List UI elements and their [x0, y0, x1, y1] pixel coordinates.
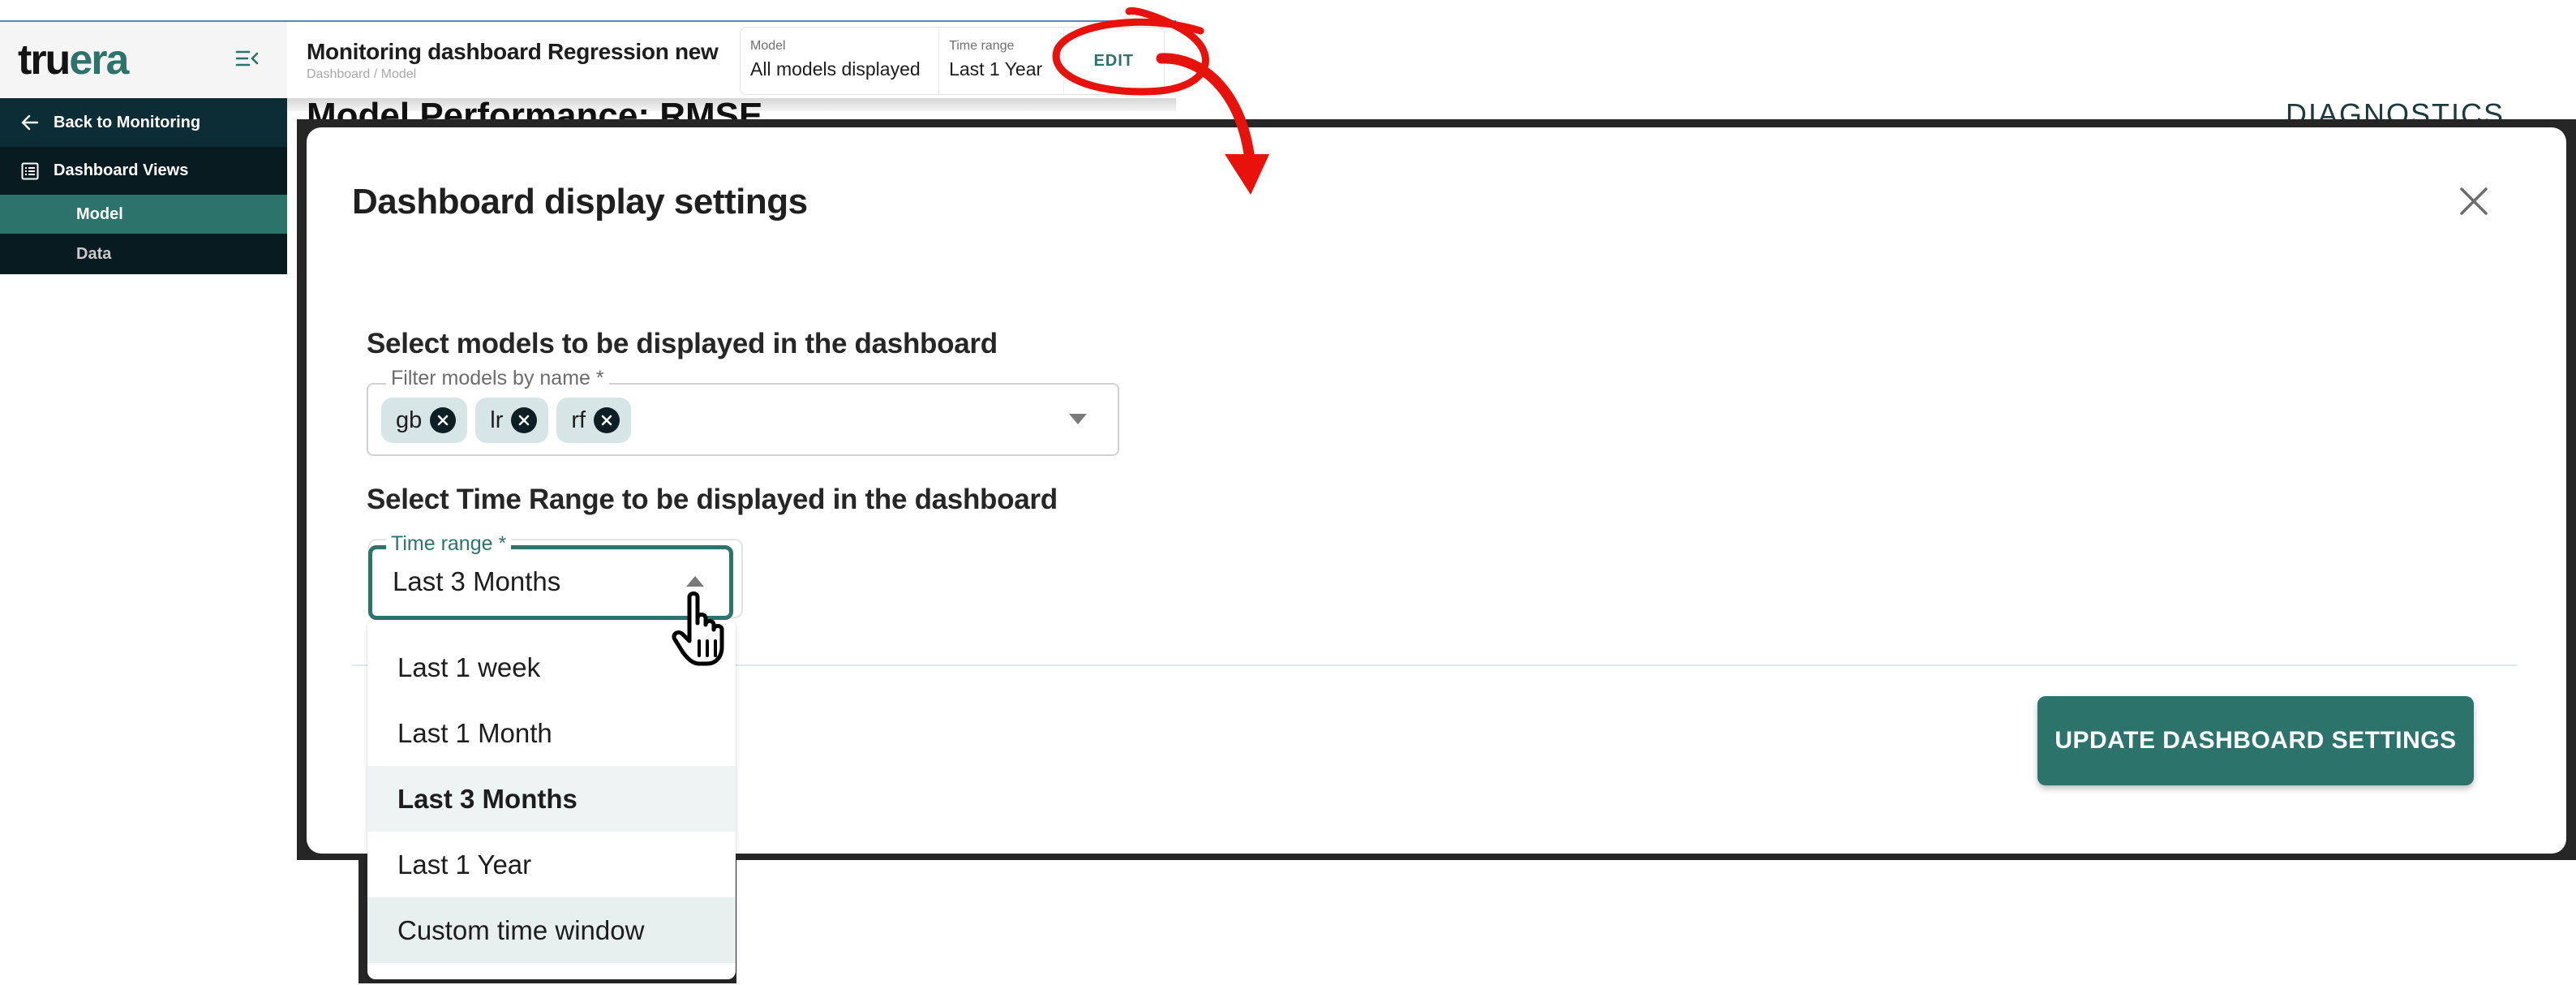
collapse-sidebar-icon[interactable]	[235, 49, 260, 68]
sidebar-item-model[interactable]: Model	[0, 195, 287, 234]
time-range-label: Time range *	[386, 532, 512, 556]
time-range-option-selected[interactable]: Last 3 Months	[367, 766, 736, 832]
page-title: Monitoring dashboard Regression new	[307, 39, 719, 64]
model-chip: lr	[475, 398, 549, 443]
dashboard-settings-summary: Model All models displayed Time range La…	[740, 27, 1165, 95]
time-range-option[interactable]: Last 1 Month	[367, 700, 736, 766]
time-range-value: Last 3 Months	[393, 566, 561, 596]
dialog-title: Dashboard display settings	[352, 182, 808, 222]
time-range-option[interactable]: Last 1 week	[367, 634, 736, 700]
selected-model-chips: gb lr rf	[381, 398, 632, 443]
sidebar-item-label: Data	[76, 244, 112, 263]
model-summary-value: All models displayed	[750, 58, 921, 80]
chip-label: gb	[396, 406, 423, 433]
model-summary: Model All models displayed	[741, 28, 940, 94]
truera-logo[interactable]: truera	[18, 39, 129, 81]
sidebar-back-to-monitoring[interactable]: Back to Monitoring	[0, 98, 287, 147]
update-dashboard-settings-button[interactable]: UPDATE DASHBOARD SETTINGS	[2037, 696, 2474, 785]
time-range-option-hovered[interactable]: Custom time window	[367, 897, 736, 963]
time-range-summary-value: Last 1 Year	[949, 58, 1043, 80]
model-filter-label: Filter models by name *	[386, 367, 609, 390]
chip-label: lr	[490, 406, 504, 433]
close-icon	[2460, 187, 2488, 215]
remove-chip-icon[interactable]	[430, 407, 457, 433]
sidebar-item-label: Model	[76, 204, 123, 223]
sidebar-back-label: Back to Monitoring	[54, 113, 201, 131]
time-range-summary-label: Time range	[949, 39, 1015, 53]
chevron-up-icon[interactable]	[686, 576, 704, 587]
time-range-option[interactable]: Last 1 Year	[367, 832, 736, 897]
time-range-options-menu: Last 1 week Last 1 Month Last 3 Months L…	[367, 621, 736, 979]
list-icon	[21, 162, 39, 180]
model-chip: gb	[381, 398, 468, 443]
time-section-heading: Select Time Range to be displayed in the…	[367, 484, 1058, 515]
time-range-summary: Time range Last 1 Year	[939, 28, 1064, 94]
breadcrumb: Dashboard / Model	[307, 67, 417, 81]
close-dialog-button[interactable]	[2458, 185, 2490, 217]
edit-button[interactable]: EDIT	[1093, 52, 1134, 71]
remove-chip-icon[interactable]	[511, 407, 538, 433]
sidebar-dashboard-views[interactable]: Dashboard Views	[0, 147, 287, 195]
sidebar-views-label: Dashboard Views	[54, 161, 189, 179]
remove-chip-icon[interactable]	[594, 407, 620, 433]
chip-label: rf	[571, 406, 586, 433]
models-section-heading: Select models to be displayed in the das…	[367, 328, 998, 359]
arrow-left-icon	[21, 114, 39, 131]
sidebar-item-data[interactable]: Data	[0, 234, 287, 274]
model-chip: rf	[556, 398, 632, 443]
edit-cell: EDIT	[1064, 28, 1165, 94]
chevron-down-icon[interactable]	[1069, 414, 1087, 424]
model-summary-label: Model	[750, 39, 786, 53]
